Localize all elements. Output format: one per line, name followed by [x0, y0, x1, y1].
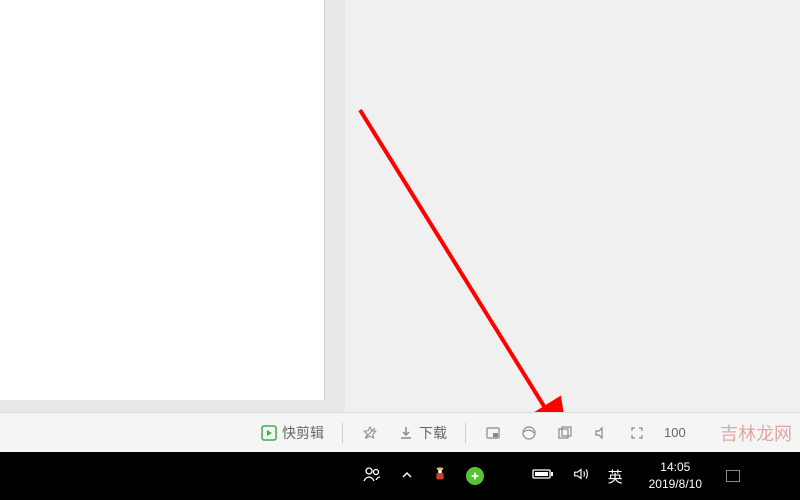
volume-button[interactable] [592, 424, 610, 442]
fullscreen-button[interactable] [628, 424, 646, 442]
tray-app-button[interactable] [432, 466, 448, 487]
download-icon [397, 424, 415, 442]
toolbar-separator [465, 423, 466, 443]
quick-edit-button[interactable]: 快剪辑 [260, 423, 324, 443]
people-icon [362, 464, 382, 489]
taskbar-clock[interactable]: 14:05 2019/8/10 [649, 459, 702, 493]
chevron-up-icon [400, 468, 414, 485]
edge-icon [520, 424, 538, 442]
360-safe-button[interactable] [466, 467, 484, 485]
download-button[interactable]: 下载 [397, 423, 447, 443]
360-safe-icon [466, 467, 484, 485]
volume-icon [592, 424, 610, 442]
favorite-button[interactable] [361, 424, 379, 442]
clock-time: 14:05 [660, 459, 690, 476]
favorite-icon [361, 424, 379, 442]
ime-indicator[interactable]: 英 [608, 466, 623, 487]
ime-label: 英 [608, 466, 623, 487]
windows-taskbar: 英 14:05 2019/8/10 [0, 452, 800, 500]
battery-button[interactable] [532, 467, 554, 486]
zoom-level[interactable]: 100 [664, 425, 686, 440]
speaker-icon [572, 465, 590, 488]
sidebar-panel [0, 0, 325, 400]
battery-icon [532, 467, 554, 486]
speaker-button[interactable] [572, 465, 590, 488]
notification-icon [726, 470, 740, 482]
windows-button[interactable] [556, 424, 574, 442]
fullscreen-icon [628, 424, 646, 442]
clock-date: 2019/8/10 [649, 476, 702, 493]
right-panel [345, 0, 800, 420]
action-center-button[interactable] [720, 470, 740, 482]
windows-icon [556, 424, 574, 442]
show-hidden-icons[interactable] [400, 468, 414, 485]
browser-icon-button[interactable] [520, 424, 538, 442]
pip-button[interactable] [484, 424, 502, 442]
people-button[interactable] [362, 464, 382, 489]
tray-app-icon [432, 466, 448, 487]
quick-edit-label: 快剪辑 [282, 423, 324, 443]
download-label: 下载 [419, 423, 447, 443]
pip-icon [484, 424, 502, 442]
content-area [0, 0, 800, 420]
play-icon [260, 424, 278, 442]
toolbar-separator [342, 423, 343, 443]
browser-status-bar: 快剪辑 下载 100 [0, 412, 800, 452]
